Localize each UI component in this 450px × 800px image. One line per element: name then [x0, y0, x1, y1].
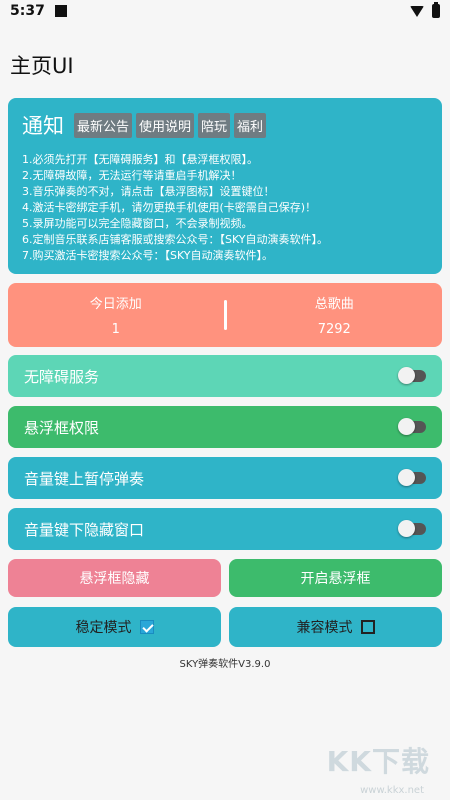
tab-latest-announcement[interactable]: 最新公告 [74, 112, 133, 138]
compat-mode-label: 兼容模式 [296, 620, 353, 636]
notice-line: 2.无障碍故障，无法运行等请重启手机解决！ [22, 169, 242, 182]
wifi-icon [410, 5, 424, 17]
compat-mode-checkbox[interactable] [360, 620, 375, 634]
stats-card: 今日添加 1 总歌曲 7292 [8, 283, 442, 347]
notice-line: 3.音乐弹奏的不对，请点击【悬浮图标】设置键位！ [22, 185, 275, 198]
total-songs-stat: 总歌曲 7292 [227, 293, 443, 337]
open-float-label: 开启悬浮框 [300, 571, 371, 587]
volume-up-pause-row[interactable]: 音量键上暂停弹奏 [8, 457, 442, 499]
notice-line: 7.购买激活卡密搜索公众号：【SKY自动演奏软件】。 [22, 249, 274, 262]
notice-title: 通知 [22, 114, 64, 138]
battery-icon [432, 2, 440, 18]
today-added-value: 1 [111, 322, 120, 337]
notice-line: 4.激活卡密绑定手机，请勿更换手机使用(卡密需自己保存)！ [22, 201, 317, 214]
volume-up-pause-label: 音量键上暂停弹奏 [24, 469, 145, 488]
float-permission-label: 悬浮框权限 [24, 418, 100, 437]
watermark-logo: KK下载 [326, 745, 430, 778]
switch-knob [398, 367, 415, 384]
open-float-button[interactable]: 开启悬浮框 [229, 559, 442, 597]
total-songs-value: 7292 [317, 322, 351, 337]
status-time: 5:37 [10, 3, 45, 19]
float-permission-row[interactable]: 悬浮框权限 [8, 406, 442, 448]
accessibility-service-switch[interactable] [398, 367, 426, 384]
today-added-stat: 今日添加 1 [8, 293, 224, 337]
switch-knob [398, 469, 415, 486]
status-bar: 5:37 [0, 0, 450, 22]
notice-line: 5.录屏功能可以完全隐藏窗口，不会录制视频。 [22, 217, 253, 230]
page-title: 主页UI [10, 54, 74, 78]
hide-float-label: 悬浮框隐藏 [79, 571, 150, 587]
float-permission-switch[interactable] [398, 418, 426, 435]
today-added-label: 今日添加 [89, 297, 142, 312]
notice-line: 1.必须先打开【无障碍服务】和【悬浮框权限】。 [22, 153, 258, 166]
notice-card: 通知 最新公告 使用说明 陪玩 福利 1.必须先打开【无障碍服务】和【悬浮框权限… [8, 98, 442, 274]
volume-up-pause-switch[interactable] [398, 469, 426, 486]
switch-knob [398, 520, 415, 537]
hide-float-button[interactable]: 悬浮框隐藏 [8, 559, 221, 597]
version-text: SKY弹奏软件V3.9.0 [179, 659, 271, 670]
notice-line: 6.定制音乐联系店铺客服或搜索公众号：【SKY自动演奏软件】。 [22, 233, 329, 246]
stable-mode-checkbox[interactable] [139, 620, 154, 634]
notice-list: 1.必须先打开【无障碍服务】和【悬浮框权限】。 2.无障碍故障，无法运行等请重启… [22, 152, 428, 264]
total-songs-label: 总歌曲 [314, 297, 354, 312]
tab-companion[interactable]: 陪玩 [198, 112, 231, 138]
notification-icon [54, 5, 67, 17]
notice-header: 通知 最新公告 使用说明 陪玩 福利 [22, 110, 428, 140]
compat-mode-button[interactable]: 兼容模式 [229, 607, 442, 647]
switch-knob [398, 418, 415, 435]
volume-down-hide-row[interactable]: 音量键下隐藏窗口 [8, 508, 442, 550]
watermark-url: www.kkx.net [360, 785, 424, 796]
accessibility-service-row[interactable]: 无障碍服务 [8, 355, 442, 397]
volume-down-hide-label: 音量键下隐藏窗口 [24, 520, 145, 539]
stable-mode-label: 稳定模式 [75, 620, 132, 636]
accessibility-service-label: 无障碍服务 [24, 367, 100, 386]
volume-down-hide-switch[interactable] [398, 520, 426, 537]
tab-benefits[interactable]: 福利 [234, 112, 267, 138]
stable-mode-button[interactable]: 稳定模式 [8, 607, 221, 647]
tab-usage-instructions[interactable]: 使用说明 [136, 112, 195, 138]
